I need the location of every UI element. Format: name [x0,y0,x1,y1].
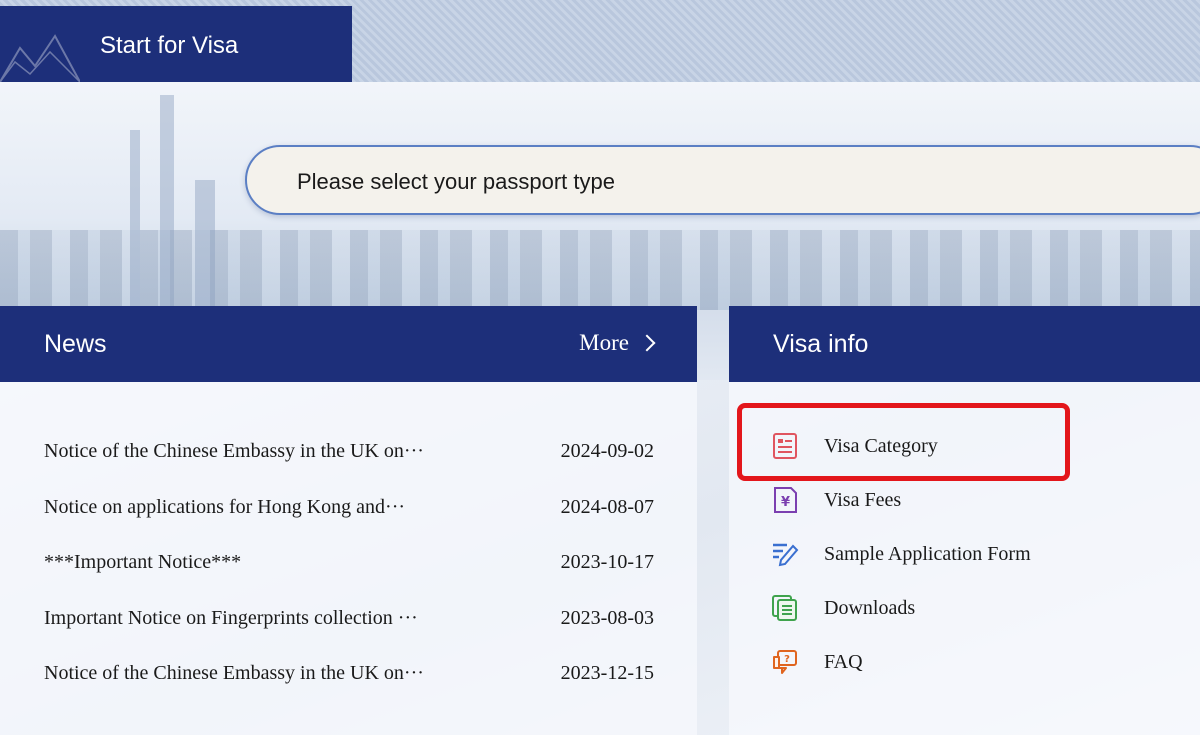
news-item[interactable]: Notice on applications for Hong Kong and… [44,480,654,536]
background-tower [160,95,174,310]
downloads-link[interactable]: Downloads [771,581,1171,635]
background-skyline [0,230,1200,310]
news-item-date: 2023-12-15 [560,662,654,685]
background-tower [195,180,215,310]
start-for-visa-title: Start for Visa [100,32,239,59]
visa-info-panel: Visa info Visa Category ¥ Visa Fees Samp… [729,306,1200,735]
news-item[interactable]: ***Important Notice*** 2023-10-17 [44,535,654,591]
news-item-date: 2023-08-03 [560,606,654,629]
passport-type-placeholder: Please select your passport type [297,169,615,194]
news-item-date: 2024-08-07 [560,495,654,518]
visa-info-title: Visa info [773,330,869,358]
faq-label: FAQ [824,650,863,673]
visa-fees-label: Visa Fees [824,488,902,511]
more-label: More [579,330,629,355]
start-for-visa-tab[interactable]: Start for Visa [0,6,352,82]
news-item-title: Notice of the Chinese Embassy in the UK … [44,440,424,463]
question-chat-icon: ? [773,650,797,674]
news-panel: News More Notice of the Chinese Embassy … [0,306,697,735]
highlight-box [737,403,1070,481]
visa-fees-link[interactable]: ¥ Visa Fees [771,473,1171,527]
news-item[interactable]: Notice of the Chinese Embassy in the UK … [44,646,654,702]
mountain-decoration-icon [0,34,80,82]
news-header: News More [0,306,697,382]
svg-text:¥: ¥ [781,495,790,510]
downloads-label: Downloads [824,596,916,619]
sample-application-form-label: Sample Application Form [824,542,1031,565]
visa-info-header: Visa info [729,306,1200,382]
background-tower [130,130,140,310]
chevron-right-icon [638,334,656,352]
stacked-documents-icon [772,595,797,621]
svg-text:?: ? [784,654,790,665]
news-item[interactable]: Notice of the Chinese Embassy in the UK … [44,424,654,480]
faq-link[interactable]: ? FAQ [771,635,1171,689]
top-banner: Start for Visa [0,0,1200,82]
news-item-date: 2023-10-17 [560,551,654,574]
news-item-title: ***Important Notice*** [44,551,242,574]
news-list: Notice of the Chinese Embassy in the UK … [44,424,654,702]
passport-type-select[interactable]: Please select your passport type [245,145,1200,215]
pen-lines-icon [773,543,799,567]
news-item-date: 2024-09-02 [560,440,654,463]
news-item-title: Notice of the Chinese Embassy in the UK … [44,662,424,685]
news-more-link[interactable]: More [579,330,656,356]
news-item-title: Notice on applications for Hong Kong and… [44,495,406,518]
news-title: News [44,330,107,358]
news-item-title: Important Notice on Fingerprints collect… [44,606,418,629]
news-item[interactable]: Important Notice on Fingerprints collect… [44,591,654,647]
sample-application-form-link[interactable]: Sample Application Form [771,527,1171,581]
yen-document-icon: ¥ [774,487,797,513]
